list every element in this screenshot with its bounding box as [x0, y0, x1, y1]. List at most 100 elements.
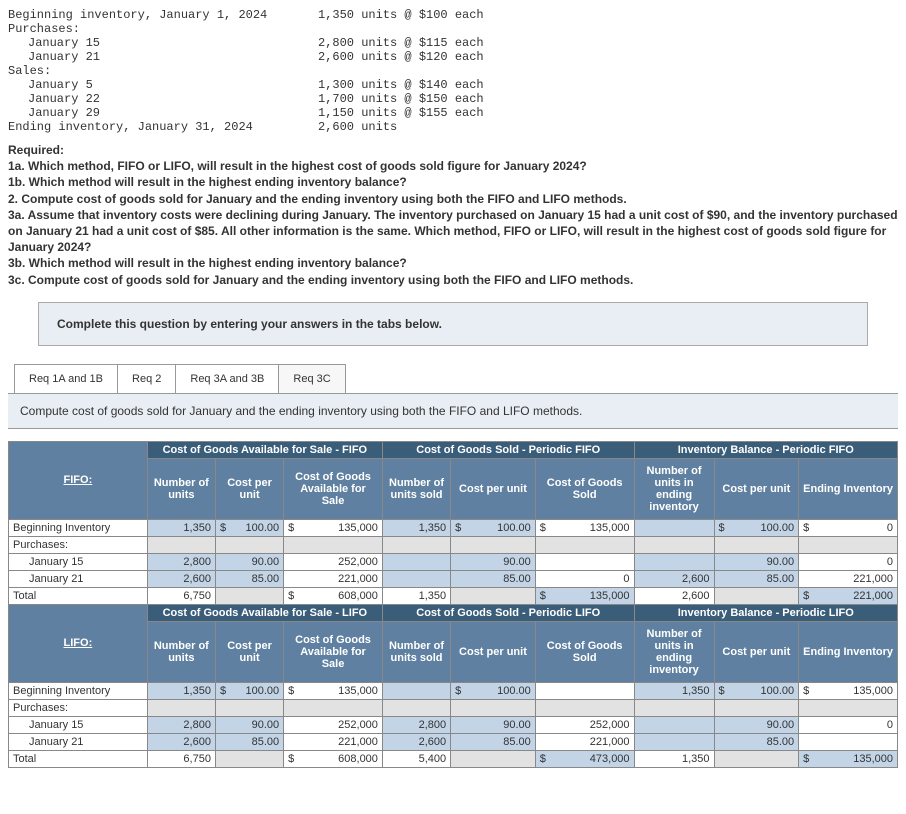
table-row: Total 6,750 $608,000 1,350 $135,000 2,60… — [9, 587, 898, 604]
fifo-j15-units[interactable]: 2,800 — [147, 553, 215, 570]
fifo-j21-cpu[interactable]: 85.00 — [215, 570, 283, 587]
lifo-j21-einv — [799, 733, 898, 750]
purchases-label: Purchases: — [8, 22, 318, 36]
instruction-box: Complete this question by entering your … — [38, 302, 868, 346]
lifo-begin-scpu[interactable]: $100.00 — [451, 682, 536, 699]
hdr-cogs-lifo: Cost of Goods Sold - Periodic LIFO — [382, 604, 634, 621]
fifo-begin-sold[interactable]: 1,350 — [382, 519, 450, 536]
lifo-begin-sold[interactable] — [382, 682, 450, 699]
hdr-num-units-l: Number of units — [147, 621, 215, 682]
fifo-label: FIFO: — [9, 441, 148, 519]
req-1a: 1a. Which method, FIFO or LIFO, will res… — [8, 159, 587, 173]
fifo-j21-einv: 221,000 — [799, 570, 898, 587]
fifo-total-einv: $221,000 — [799, 587, 898, 604]
lifo-begin-endunits[interactable]: 1,350 — [634, 682, 714, 699]
required-block: Required: 1a. Which method, FIFO or LIFO… — [8, 142, 898, 288]
lifo-begin-ecpu[interactable]: $100.00 — [714, 682, 799, 699]
hdr-cogs-fifo: Cost of Goods Sold - Periodic FIFO — [382, 441, 634, 458]
lifo-j15-sold[interactable]: 2,800 — [382, 716, 450, 733]
fifo-j21-ecpu[interactable]: 85.00 — [714, 570, 799, 587]
hdr-cpu-3: Cost per unit — [714, 458, 799, 519]
fifo-begin-endunits[interactable] — [634, 519, 714, 536]
req-1b: 1b. Which method will result in the high… — [8, 175, 407, 189]
lifo-total-sold: 5,400 — [382, 750, 450, 767]
table-row: January 21 2,600 85.00 221,000 2,600 85.… — [9, 733, 898, 750]
sale-jan5-label: January 5 — [8, 78, 318, 92]
hdr-ending-l: Ending Inventory — [799, 621, 898, 682]
sale-jan5-val: 1,300 units @ $140 each — [318, 78, 598, 92]
fifo-j21-cogs: 0 — [535, 570, 634, 587]
fifo-j15-sold[interactable] — [382, 553, 450, 570]
table-row: Beginning Inventory 1,350 $100.00 $135,0… — [9, 682, 898, 699]
hdr-cogs-l: Cost of Goods Sold — [535, 621, 634, 682]
begin-inv-val: 1,350 units @ $100 each — [318, 8, 598, 22]
hdr-cogas-lifo: Cost of Goods Available for Sale - LIFO — [147, 604, 382, 621]
lifo-begin-cpu[interactable]: $100.00 — [215, 682, 283, 699]
req-2: 2. Compute cost of goods sold for Januar… — [8, 192, 627, 206]
hdr-cogas-l: Cost of Goods Available for Sale — [284, 621, 383, 682]
lifo-total-einv: $135,000 — [799, 750, 898, 767]
lifo-j21-ecpu[interactable]: 85.00 — [714, 733, 799, 750]
fifo-j21-sold[interactable] — [382, 570, 450, 587]
fifo-begin-cpu[interactable]: $100.00 — [215, 519, 283, 536]
lifo-begin-units[interactable]: 1,350 — [147, 682, 215, 699]
row-purch-label: Purchases: — [9, 536, 148, 553]
fifo-begin-ecpu[interactable]: $100.00 — [714, 519, 799, 536]
tab-req-2[interactable]: Req 2 — [117, 364, 176, 393]
fifo-begin-cogs: $135,000 — [535, 519, 634, 536]
table-row: Purchases: — [9, 536, 898, 553]
lifo-j15-endunits[interactable] — [634, 716, 714, 733]
row-total-label: Total — [9, 587, 148, 604]
lifo-j15-cogs: 252,000 — [535, 716, 634, 733]
lifo-j15-cpu[interactable]: 90.00 — [215, 716, 283, 733]
fifo-j15-ecpu[interactable]: 90.00 — [714, 553, 799, 570]
fifo-j21-scpu[interactable]: 85.00 — [451, 570, 536, 587]
hdr-inv-lifo: Inventory Balance - Periodic LIFO — [634, 604, 897, 621]
lifo-begin-einv: $135,000 — [799, 682, 898, 699]
hdr-cpu-l2: Cost per unit — [451, 621, 536, 682]
hdr-cpu-l: Cost per unit — [215, 621, 283, 682]
fifo-begin-scpu[interactable]: $100.00 — [451, 519, 536, 536]
lifo-j15-units[interactable]: 2,800 — [147, 716, 215, 733]
fifo-j15-endunits[interactable] — [634, 553, 714, 570]
fifo-j21-endunits[interactable]: 2,600 — [634, 570, 714, 587]
fifo-total-endunits: 2,600 — [634, 587, 714, 604]
fifo-total-cogs: $135,000 — [535, 587, 634, 604]
fifo-j15-cogas: 252,000 — [284, 553, 383, 570]
lifo-j15-scpu[interactable]: 90.00 — [451, 716, 536, 733]
hdr-ending: Ending Inventory — [799, 458, 898, 519]
sales-label: Sales: — [8, 64, 318, 78]
sale-jan22-label: January 22 — [8, 92, 318, 106]
lifo-j21-scpu[interactable]: 85.00 — [451, 733, 536, 750]
req-3b: 3b. Which method will result in the high… — [8, 256, 407, 270]
hdr-cogs: Cost of Goods Sold — [535, 458, 634, 519]
table-row: Beginning Inventory 1,350 $100.00 $135,0… — [9, 519, 898, 536]
fifo-j15-cpu[interactable]: 90.00 — [215, 553, 283, 570]
instruction-text: Complete this question by entering your … — [57, 317, 442, 331]
fifo-j21-units[interactable]: 2,600 — [147, 570, 215, 587]
tab-req-3a-3b[interactable]: Req 3A and 3B — [175, 364, 279, 393]
fifo-begin-units[interactable]: 1,350 — [147, 519, 215, 536]
hdr-cpu-l3: Cost per unit — [714, 621, 799, 682]
row-jan21-label-l: January 21 — [9, 733, 148, 750]
lifo-j15-ecpu[interactable]: 90.00 — [714, 716, 799, 733]
req-3c: 3c. Compute cost of goods sold for Janua… — [8, 273, 633, 287]
row-begin-label-l: Beginning Inventory — [9, 682, 148, 699]
table-row: January 21 2,600 85.00 221,000 85.00 0 2… — [9, 570, 898, 587]
table-row: January 15 2,800 90.00 252,000 90.00 90.… — [9, 553, 898, 570]
tab-req-3c[interactable]: Req 3C — [278, 364, 345, 393]
lifo-total-cogas: $608,000 — [284, 750, 383, 767]
lifo-j21-endunits[interactable] — [634, 733, 714, 750]
hdr-num-end: Number of units in ending inventory — [634, 458, 714, 519]
table-row: January 15 2,800 90.00 252,000 2,800 90.… — [9, 716, 898, 733]
lifo-begin-cogs — [535, 682, 634, 699]
hdr-cogas: Cost of Goods Available for Sale — [284, 458, 383, 519]
lifo-j21-sold[interactable]: 2,600 — [382, 733, 450, 750]
tab-req-1a-1b[interactable]: Req 1A and 1B — [14, 364, 118, 393]
fifo-j15-scpu[interactable]: 90.00 — [451, 553, 536, 570]
lifo-j21-units[interactable]: 2,600 — [147, 733, 215, 750]
fifo-begin-cogas: $135,000 — [284, 519, 383, 536]
lifo-j21-cpu[interactable]: 85.00 — [215, 733, 283, 750]
end-inv-val: 2,600 units — [318, 120, 598, 134]
tabs-bar: Req 1A and 1B Req 2 Req 3A and 3B Req 3C — [14, 364, 898, 393]
